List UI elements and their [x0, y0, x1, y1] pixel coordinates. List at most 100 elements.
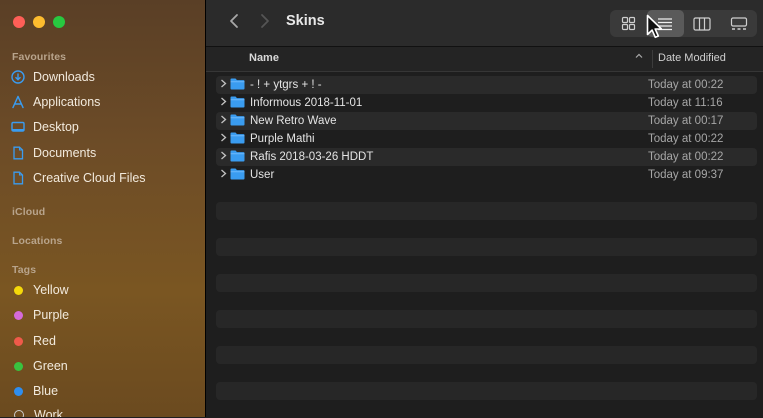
work-tag-icon [14, 410, 24, 417]
document-icon [11, 171, 25, 185]
blue-tag-icon [14, 386, 23, 396]
tags-section-label[interactable]: Tags [12, 264, 36, 276]
main-pane: Skins Name Date Modified - ! + ytgrs + !… [206, 0, 763, 417]
locations-section-label[interactable]: Locations [12, 235, 63, 247]
window-title: Skins [286, 13, 325, 29]
disclosure-chevron-icon[interactable] [216, 151, 230, 163]
sidebar-tag-yellow[interactable]: Yellow [11, 279, 196, 301]
sidebar-item-label: Documents [33, 146, 97, 160]
date-modified: Today at 00:22 [648, 79, 724, 91]
desktop-icon [11, 120, 25, 134]
sidebar-item-label: Work [34, 408, 63, 417]
close-window-button[interactable] [13, 16, 25, 28]
sidebar-item-label: Blue [33, 384, 59, 398]
table-row[interactable]: Rafis 2018-03-26 HDDT Today at 00:22 [216, 148, 757, 166]
icon-view-button[interactable] [610, 10, 647, 37]
date-modified-column-header[interactable]: Date Modified [658, 52, 726, 64]
table-row[interactable]: Informous 2018-11-01 Today at 11:16 [216, 94, 757, 112]
empty-row [216, 382, 757, 400]
date-modified: Today at 11:16 [648, 97, 723, 109]
column-header-row: Name Date Modified [206, 47, 763, 72]
disclosure-chevron-icon[interactable] [216, 79, 230, 91]
sidebar-item-applications[interactable]: Applications [11, 91, 196, 113]
window-controls [13, 16, 65, 28]
empty-row [216, 346, 757, 364]
folder-icon [230, 132, 245, 147]
name-column-header[interactable]: Name [249, 52, 279, 64]
sidebar-item-documents[interactable]: Documents [11, 142, 196, 164]
purple-tag-icon [14, 310, 23, 320]
grid-icon [621, 16, 635, 31]
back-button[interactable] [224, 12, 244, 34]
icloud-section-label[interactable]: iCloud [12, 206, 45, 218]
file-name: - ! + ytgrs + ! - [250, 79, 322, 91]
sidebar-item-label: Applications [33, 95, 101, 109]
mouse-pointer-icon [646, 14, 663, 45]
disclosure-chevron-icon[interactable] [216, 133, 230, 145]
view-switcher [610, 10, 757, 37]
toolbar: Skins [206, 0, 763, 47]
file-name: Informous 2018-11-01 [250, 97, 363, 109]
file-name: Purple Mathi [250, 133, 315, 145]
folder-icon [230, 150, 245, 165]
empty-row [216, 274, 757, 292]
sidebar-tag-blue[interactable]: Blue [11, 380, 196, 402]
minimize-window-button[interactable] [33, 16, 45, 28]
sidebar-item-label: Desktop [33, 120, 79, 134]
sidebar-item-label: Yellow [33, 283, 69, 297]
chevron-right-icon [261, 14, 269, 28]
sidebar-item-label: Downloads [33, 70, 95, 84]
columns-icon [693, 16, 711, 31]
date-modified: Today at 00:22 [648, 151, 724, 163]
file-list: - ! + ytgrs + ! - Today at 00:22 Informo… [216, 76, 757, 184]
sidebar-tag-work[interactable]: Work [11, 404, 196, 417]
empty-row [216, 238, 757, 256]
folder-icon [230, 168, 245, 183]
table-row[interactable]: - ! + ytgrs + ! - Today at 00:22 [216, 76, 757, 94]
sidebar-item-desktop[interactable]: Desktop [11, 116, 196, 138]
green-tag-icon [14, 361, 23, 371]
disclosure-chevron-icon[interactable] [216, 115, 230, 127]
file-name: New Retro Wave [250, 115, 337, 127]
table-row[interactable]: User Today at 09:37 [216, 166, 757, 184]
disclosure-chevron-icon[interactable] [216, 97, 230, 109]
folder-icon [230, 78, 245, 93]
sidebar-item-label: Purple [33, 308, 70, 322]
sidebar-tag-purple[interactable]: Purple [11, 304, 196, 326]
sort-ascending-icon[interactable] [634, 50, 644, 64]
folder-icon [230, 96, 245, 111]
column-view-button[interactable] [684, 10, 721, 37]
column-divider[interactable] [652, 50, 653, 68]
maximize-window-button[interactable] [53, 16, 65, 28]
folder-icon [230, 114, 245, 129]
forward-button[interactable] [255, 12, 275, 34]
applications-icon [11, 95, 25, 109]
file-name: User [250, 169, 275, 181]
date-modified: Today at 00:22 [648, 133, 724, 145]
red-tag-icon [14, 336, 23, 346]
favourites-section-label: Favourites [12, 51, 67, 63]
sidebar-tag-red[interactable]: Red [11, 330, 196, 352]
gallery-view-button[interactable] [720, 10, 757, 37]
sidebar-tag-green[interactable]: Green [11, 355, 196, 377]
sidebar-item-label: Red [33, 334, 56, 348]
date-modified: Today at 09:37 [648, 169, 724, 181]
table-row[interactable]: Purple Mathi Today at 00:22 [216, 130, 757, 148]
disclosure-chevron-icon[interactable] [216, 169, 230, 181]
sidebar-item-creative-cloud-files[interactable]: Creative Cloud Files [11, 167, 196, 189]
table-row[interactable]: New Retro Wave Today at 00:17 [216, 112, 757, 130]
sidebar-item-label: Creative Cloud Files [33, 171, 146, 185]
gallery-icon [730, 16, 747, 30]
download-icon [11, 70, 25, 84]
document-icon [11, 146, 25, 160]
empty-row-stripes [216, 202, 757, 418]
sidebar: Favourites Downloads Applications Deskto… [0, 0, 206, 417]
sidebar-item-label: Green [33, 359, 68, 373]
sidebar-item-downloads[interactable]: Downloads [11, 66, 196, 88]
chevron-left-icon [230, 14, 238, 28]
empty-row [216, 310, 757, 328]
date-modified: Today at 00:17 [648, 115, 724, 127]
yellow-tag-icon [14, 285, 23, 295]
empty-row [216, 202, 757, 220]
file-name: Rafis 2018-03-26 HDDT [250, 151, 374, 163]
